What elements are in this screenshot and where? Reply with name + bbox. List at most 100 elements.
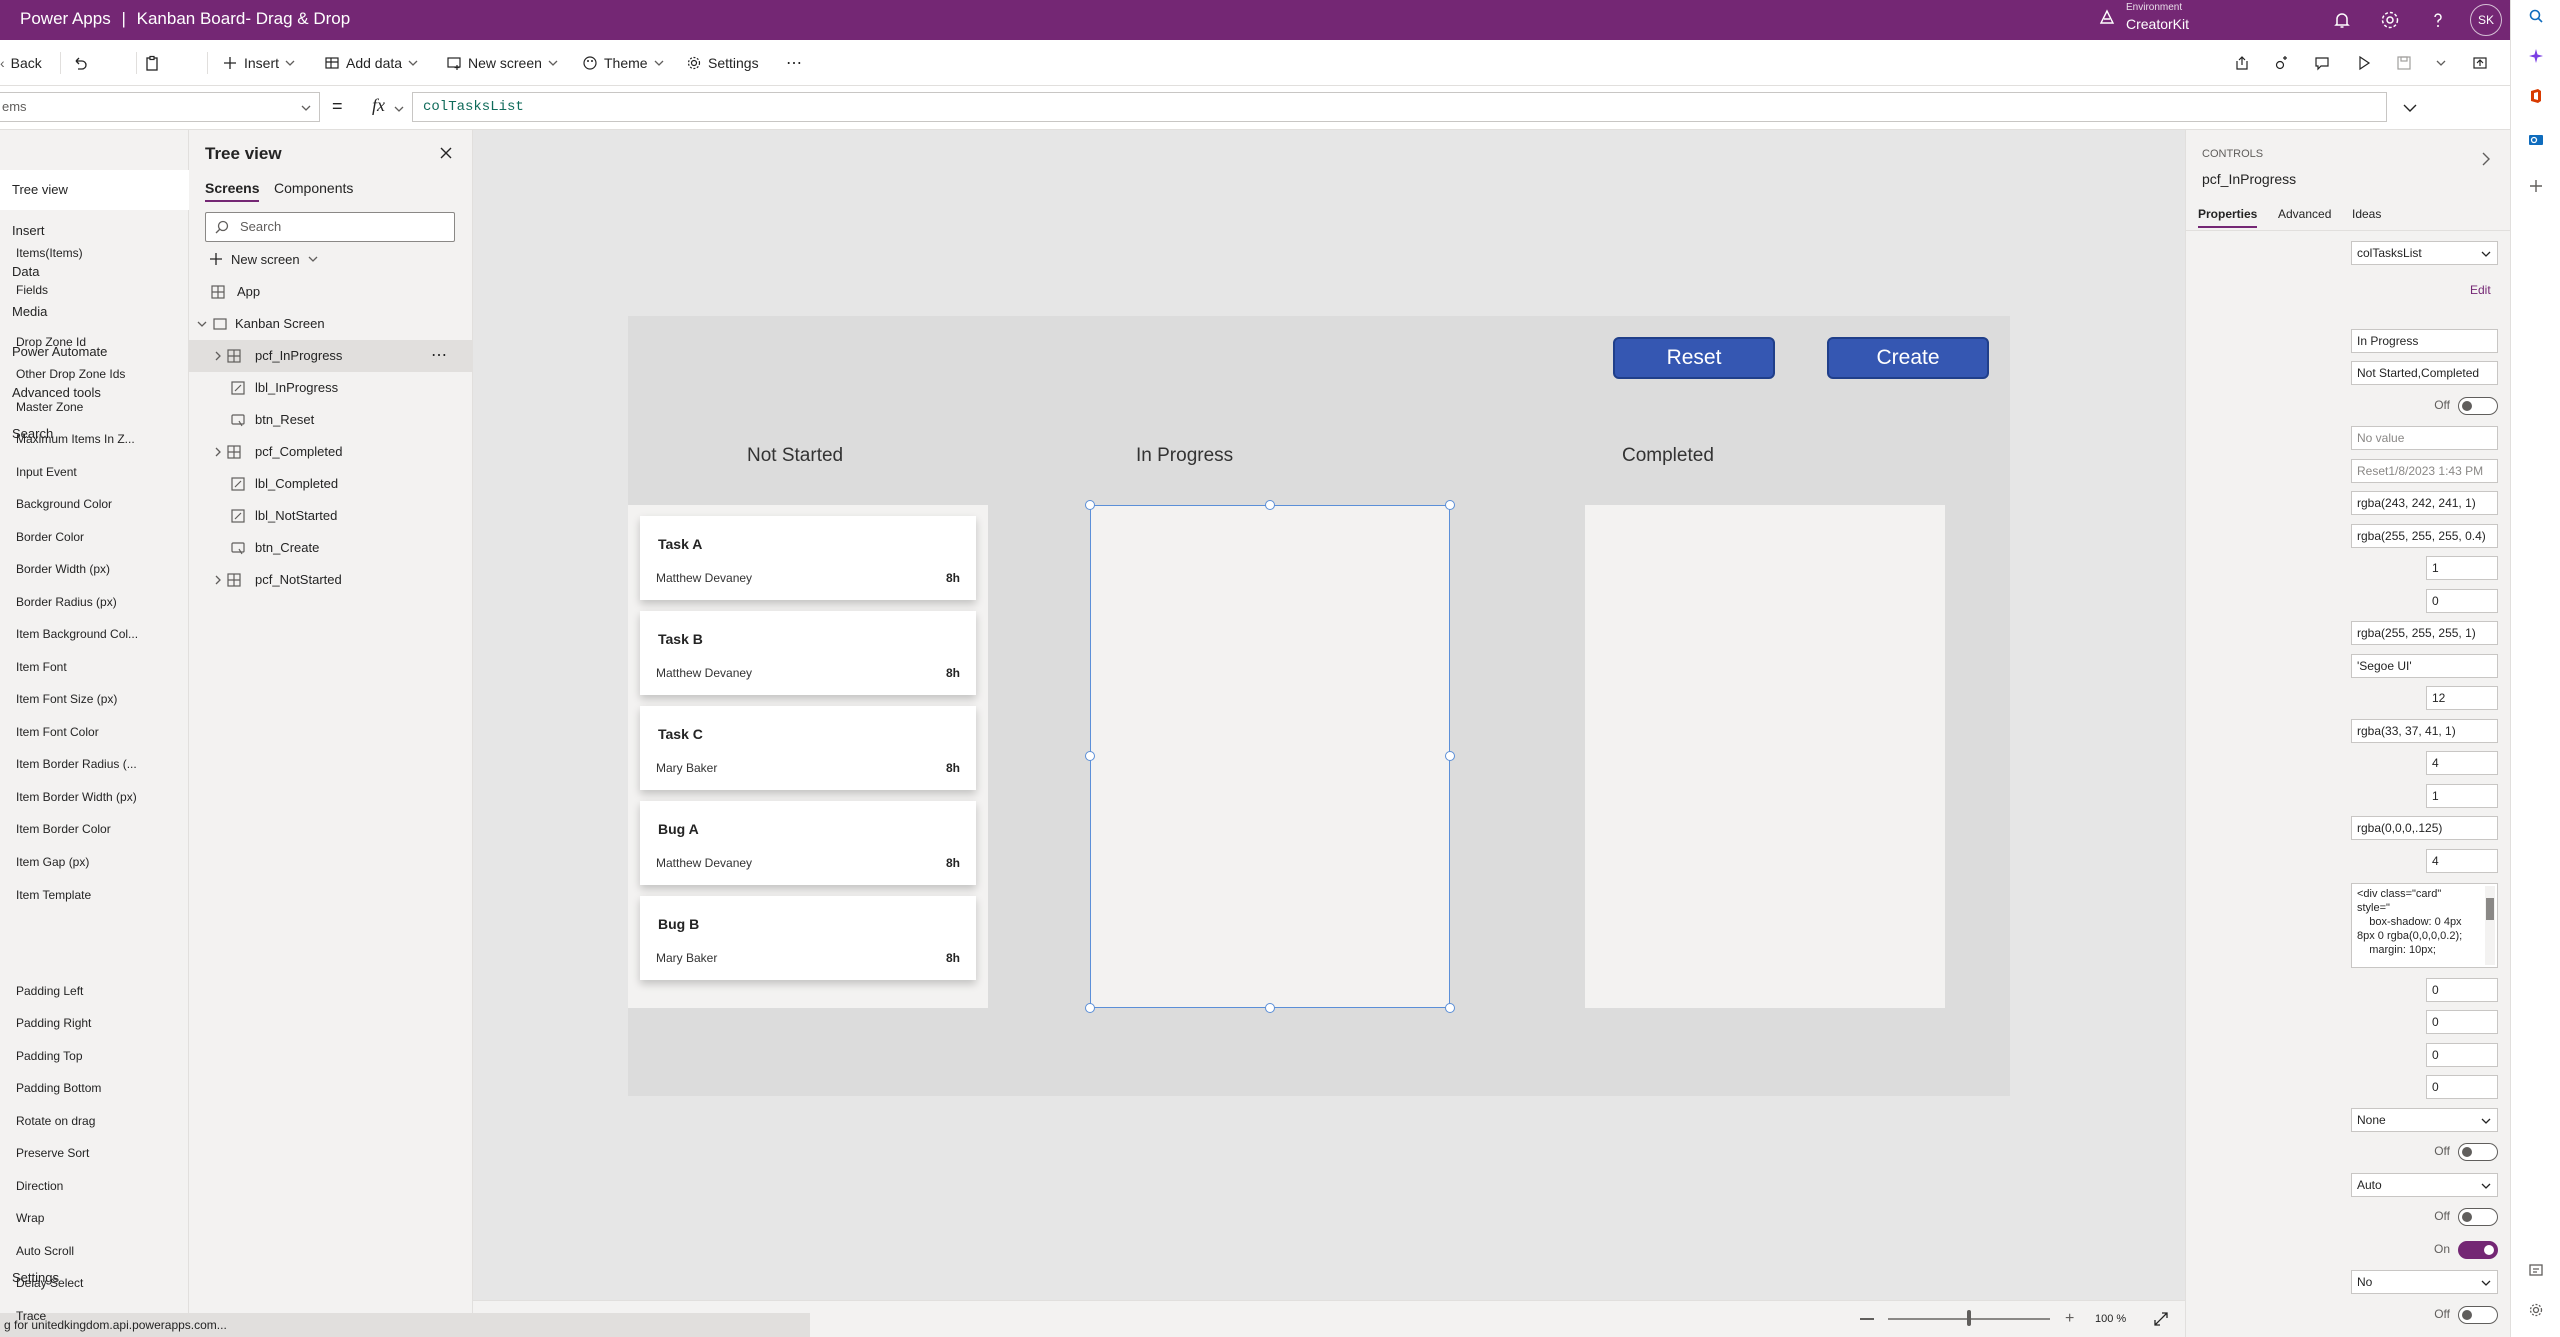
padding-left-input[interactable]: 0 <box>2426 978 2498 1002</box>
item-border-color-input[interactable]: rgba(0,0,0,.125) <box>2351 816 2498 840</box>
item-font-color-input[interactable]: rgba(33, 37, 41, 1) <box>2351 719 2498 743</box>
settings-button[interactable]: Settings <box>686 40 759 86</box>
tree-item-lbl-inprogress[interactable]: lbl_InProgress <box>189 372 473 404</box>
notifications-bell-icon[interactable] <box>2330 8 2354 32</box>
zoom-in-icon[interactable]: + <box>2065 1310 2074 1328</box>
tree-item-more-button[interactable]: ⋯ <box>431 340 448 372</box>
chevron-right-icon[interactable] <box>2480 152 2492 166</box>
toggle-switch[interactable] <box>2458 397 2498 415</box>
new-screen-tree-button[interactable]: New screen <box>209 246 318 272</box>
resize-handle[interactable] <box>1445 500 1455 510</box>
resize-handle[interactable] <box>1445 751 1455 761</box>
direction-dropdown[interactable]: Auto <box>2351 1173 2498 1197</box>
master-zone-toggle[interactable]: Off <box>2400 396 2498 416</box>
app-name[interactable]: Power Apps <box>20 9 111 28</box>
resize-handle[interactable] <box>1085 1003 1095 1013</box>
comments-icon[interactable] <box>2314 55 2330 71</box>
save-icon[interactable] <box>2396 55 2412 71</box>
settings-gear-icon[interactable] <box>2378 8 2402 32</box>
fx-button[interactable]: fx <box>372 95 385 116</box>
tree-item-app[interactable]: App <box>189 276 473 308</box>
office-icon[interactable] <box>2528 88 2544 104</box>
background-color-input[interactable]: rgba(243, 242, 241, 1) <box>2351 491 2498 515</box>
share-icon[interactable] <box>2234 55 2250 71</box>
fx-chevron-down-icon[interactable] <box>394 104 404 114</box>
paste-button[interactable] <box>144 40 160 86</box>
kanban-card[interactable]: Bug B Mary Baker 8h <box>640 896 976 980</box>
toggle-switch[interactable] <box>2458 1306 2498 1324</box>
toggle-switch[interactable] <box>2458 1208 2498 1226</box>
tab-components[interactable]: Components <box>274 180 353 200</box>
resize-handle[interactable] <box>1265 1003 1275 1013</box>
help-icon[interactable] <box>2426 8 2450 32</box>
chevron-right-icon[interactable] <box>213 447 223 457</box>
add-icon[interactable] <box>2528 178 2544 194</box>
item-template-textarea[interactable]: <div class="card" style=" box-shadow: 0 … <box>2351 883 2498 968</box>
nav-tree-view[interactable]: Tree view <box>0 170 189 210</box>
chevron-down-icon[interactable] <box>197 319 207 329</box>
resize-handle[interactable] <box>1445 1003 1455 1013</box>
back-button[interactable]: ‹ Back <box>0 40 42 86</box>
tab-screens[interactable]: Screens <box>205 180 260 202</box>
tree-item-btn-reset[interactable]: btn_Reset <box>189 404 473 436</box>
wrap-toggle[interactable]: Off <box>2400 1207 2498 1227</box>
item-border-radius-input[interactable]: 4 <box>2426 751 2498 775</box>
zoom-slider-thumb[interactable] <box>1967 1310 1971 1326</box>
chevron-right-icon[interactable] <box>213 351 223 361</box>
item-font-size-input[interactable]: 12 <box>2426 686 2498 710</box>
drop-zone-id-input[interactable]: In Progress <box>2351 329 2498 353</box>
tree-item-pcf-inprogress[interactable]: pcf_InProgress ⋯ <box>189 340 473 372</box>
border-radius-input[interactable]: 0 <box>2426 589 2498 613</box>
kanban-card[interactable]: Task B Matthew Devaney 8h <box>640 611 976 695</box>
add-data-button[interactable]: Add data <box>324 40 418 86</box>
app-checker-icon[interactable] <box>2274 55 2290 71</box>
toggle-switch[interactable] <box>2458 1143 2498 1161</box>
item-border-width-input[interactable]: 1 <box>2426 784 2498 808</box>
theme-button[interactable]: Theme <box>582 40 664 86</box>
item-gap-input[interactable]: 4 <box>2426 849 2498 873</box>
property-dropdown[interactable]: ems <box>0 92 320 122</box>
nav-insert[interactable]: Insert <box>0 211 189 251</box>
undo-button[interactable] <box>72 40 88 86</box>
save-chevron-down-icon[interactable] <box>2436 58 2446 68</box>
expand-formula-chevron-icon[interactable] <box>2402 100 2418 116</box>
delay-select-dropdown[interactable]: No <box>2351 1270 2498 1294</box>
label-completed[interactable]: Completed <box>1622 445 1714 467</box>
formula-input[interactable]: colTasksList <box>412 92 2387 122</box>
environment-picker[interactable]: Environment CreatorKit <box>2098 2 2248 38</box>
chevron-right-icon[interactable] <box>213 575 223 585</box>
insert-menu-button[interactable]: Insert <box>222 40 295 86</box>
outlook-icon[interactable] <box>2528 132 2544 148</box>
gear-icon[interactable] <box>2528 1302 2544 1318</box>
tree-item-pcf-completed[interactable]: pcf_Completed <box>189 436 473 468</box>
other-drop-zone-ids-input[interactable]: Not Started,Completed <box>2351 361 2498 385</box>
kanban-card[interactable]: Task C Mary Baker 8h <box>640 706 976 790</box>
rotate-on-drag-dropdown[interactable]: None <box>2351 1108 2498 1132</box>
kanban-card[interactable]: Task A Matthew Devaney 8h <box>640 516 976 600</box>
input-event-input[interactable]: Reset1/8/2023 1:43 PM <box>2351 459 2498 483</box>
tree-item-lbl-notstarted[interactable]: lbl_NotStarted <box>189 500 473 532</box>
preserve-sort-toggle[interactable]: Off <box>2400 1142 2498 1162</box>
auto-scroll-toggle[interactable]: On <box>2400 1240 2498 1260</box>
tab-advanced[interactable]: Advanced <box>2278 207 2331 226</box>
play-preview-icon[interactable] <box>2356 55 2372 71</box>
tab-ideas[interactable]: Ideas <box>2352 207 2381 226</box>
tab-properties[interactable]: Properties <box>2198 207 2258 228</box>
padding-right-input[interactable]: 0 <box>2426 1010 2498 1034</box>
resize-handle[interactable] <box>1085 751 1095 761</box>
resize-handle[interactable] <box>1085 500 1095 510</box>
trace-toggle[interactable]: Off <box>2400 1305 2498 1325</box>
border-width-input[interactable]: 1 <box>2426 556 2498 580</box>
user-avatar[interactable]: SK <box>2470 4 2502 36</box>
drop-zone-completed[interactable] <box>1585 505 1945 1008</box>
fields-edit-link[interactable]: Edit <box>2470 283 2491 297</box>
search-icon[interactable] <box>2528 8 2544 24</box>
zoom-out-icon[interactable] <box>1860 1318 1874 1320</box>
create-button[interactable]: Create <box>1827 337 1989 379</box>
toggle-switch[interactable] <box>2458 1241 2498 1259</box>
tree-item-btn-create[interactable]: btn_Create <box>189 532 473 564</box>
tree-item-kanban-screen[interactable]: Kanban Screen <box>189 308 473 340</box>
tree-search-input[interactable]: Search <box>205 212 455 242</box>
item-background-input[interactable]: rgba(255, 255, 255, 1) <box>2351 621 2498 645</box>
kanban-card[interactable]: Bug A Matthew Devaney 8h <box>640 801 976 885</box>
